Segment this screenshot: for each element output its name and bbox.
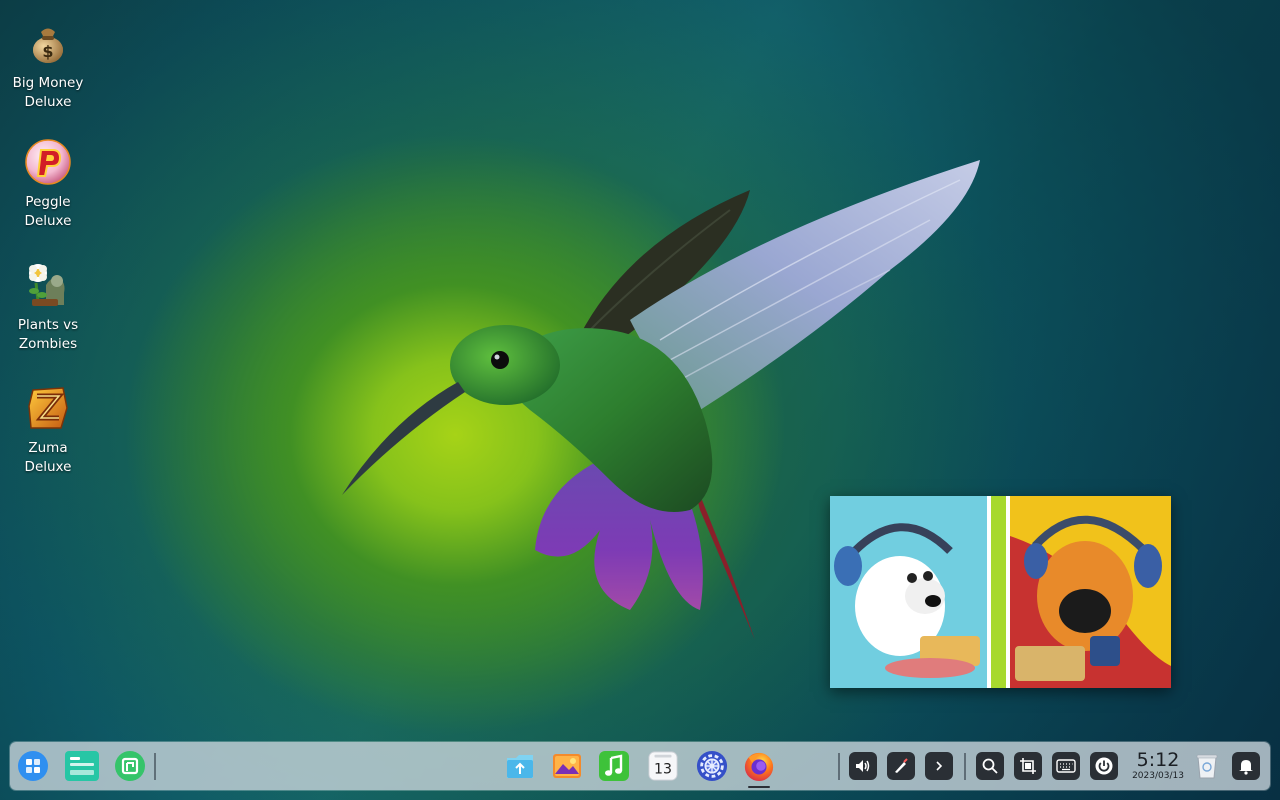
desktop-icon-label: Peggle Deluxe — [24, 194, 72, 229]
desktop-icon-plants-vs-zombies[interactable]: Plants vs Zombies — [4, 260, 92, 354]
notification-bell-icon — [1239, 760, 1253, 775]
clock[interactable]: 5:12 2023/03/13 — [1127, 749, 1189, 782]
expand-chevron-icon — [936, 761, 943, 771]
expand-tray-button[interactable] — [925, 752, 953, 780]
desktop-icon-zuma-deluxe[interactable]: Zuma Deluxe — [4, 383, 92, 477]
taskbar-separator — [154, 753, 156, 780]
power-button[interactable] — [1090, 752, 1118, 780]
desktop-icon-label: Big Money Deluxe — [12, 75, 84, 110]
keyboard-icon — [1056, 759, 1076, 773]
volume-button[interactable] — [849, 752, 877, 780]
desktop-icon-peggle-deluxe[interactable]: Peggle Deluxe — [4, 137, 92, 231]
search-button[interactable] — [976, 752, 1004, 780]
cartoon-video-frame — [830, 496, 1171, 688]
plants-vs-zombies-icon — [23, 260, 73, 310]
desktop-icon-label: Zuma Deluxe — [24, 440, 72, 475]
workspace-icon — [115, 751, 145, 781]
power-icon — [1095, 757, 1113, 775]
desktop-icon-big-money-deluxe[interactable]: $ Big Money Deluxe — [4, 18, 92, 112]
multitask-view-button[interactable] — [63, 750, 101, 782]
peggle-icon — [23, 137, 73, 187]
launcher-button[interactable] — [17, 750, 49, 782]
calendar-button[interactable]: 13 — [647, 750, 679, 782]
trash-icon — [1196, 754, 1218, 779]
music-player-button[interactable] — [598, 750, 630, 782]
firefox-button[interactable] — [743, 750, 775, 782]
multitask-view-icon — [65, 751, 99, 781]
calendar-icon: 13 — [648, 751, 678, 781]
settings-button[interactable] — [696, 750, 728, 782]
volume-icon — [856, 760, 870, 772]
clock-date: 2023/03/13 — [1132, 771, 1184, 781]
keyboard-button[interactable] — [1052, 752, 1080, 780]
launcher-icon — [18, 751, 48, 781]
music-player-icon — [599, 751, 629, 781]
taskbar-separator — [964, 753, 966, 780]
clock-time: 5:12 — [1136, 749, 1180, 771]
desktop[interactable]: $ Big Money Deluxe Peggle Deluxe Plants … — [0, 0, 1280, 800]
image-viewer-button[interactable] — [551, 750, 583, 782]
video-preview-window[interactable] — [830, 496, 1171, 688]
search-icon — [982, 758, 998, 774]
image-viewer-icon — [553, 754, 581, 778]
calendar-day: 13 — [654, 762, 672, 778]
screenshot-button[interactable] — [1014, 752, 1042, 780]
stylus-icon — [895, 758, 908, 773]
stylus-button[interactable] — [887, 752, 915, 780]
zuma-icon — [23, 383, 73, 433]
trash-button[interactable] — [1191, 750, 1223, 782]
firefox-active-indicator — [748, 786, 770, 788]
svg-text:$: $ — [42, 42, 53, 61]
settings-icon — [696, 750, 728, 782]
screenshot-icon — [1020, 758, 1036, 774]
firefox-icon — [744, 752, 774, 782]
desktop-icon-label: Plants vs Zombies — [17, 317, 79, 352]
notification-button[interactable] — [1232, 752, 1260, 780]
file-manager-icon — [507, 755, 533, 778]
taskbar: 13 5:12 2023/03/13 — [10, 742, 1270, 790]
money-bag-icon: $ — [23, 18, 73, 68]
workspace-button[interactable] — [114, 750, 146, 782]
file-manager-button[interactable] — [504, 750, 536, 782]
taskbar-separator — [838, 753, 840, 780]
